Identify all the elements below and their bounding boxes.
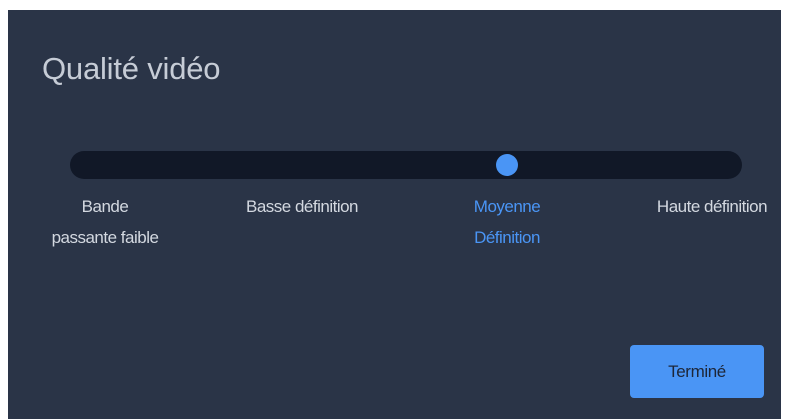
slider-thumb[interactable] xyxy=(495,154,518,176)
level-label-low-bandwidth[interactable]: Bande passante faible xyxy=(50,191,160,253)
quality-slider[interactable] xyxy=(70,151,742,179)
slider-track[interactable] xyxy=(70,151,742,179)
dialog-title: Qualité vidéo xyxy=(42,51,221,86)
level-label-medium-definition[interactable]: Moyenne Définition xyxy=(442,191,572,253)
level-label-low-definition[interactable]: Basse définition xyxy=(237,191,367,222)
done-button[interactable]: Terminé xyxy=(630,345,764,398)
level-label-high-definition[interactable]: Haute définition xyxy=(647,191,777,222)
video-quality-dialog: Qualité vidéo Bande passante faible Bass… xyxy=(8,10,781,419)
